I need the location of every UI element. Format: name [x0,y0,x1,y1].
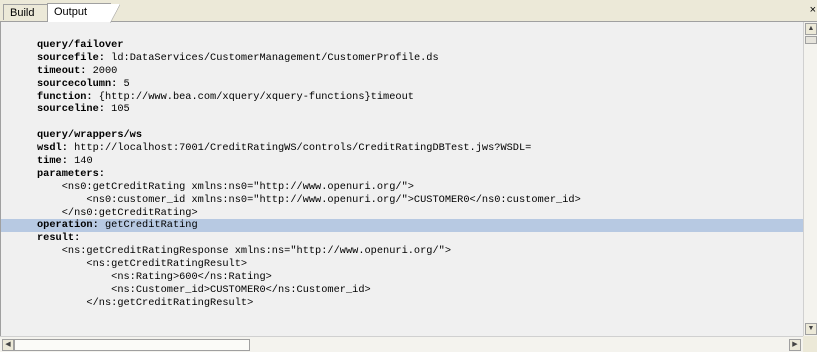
output-line[interactable]: query/failover [1,39,804,52]
scroll-right-icon[interactable]: ▶ [789,339,801,351]
output-line-value: {http://www.bea.com/xquery/xquery-functi… [92,90,414,103]
output-line-value: getCreditRating [98,219,198,232]
vertical-scroll-thumb[interactable] [805,36,817,44]
output-line-key: time: [37,155,68,168]
output-line-value: <ns0:getCreditRating xmlns:ns0="http://w… [37,180,414,193]
output-line-value: <ns:Customer_id>CUSTOMER0</ns:Customer_i… [37,283,371,296]
output-line[interactable]: <ns:getCreditRatingResponse xmlns:ns="ht… [1,245,804,258]
output-line[interactable]: function: {http://www.bea.com/xquery/xqu… [1,91,804,104]
output-line[interactable]: sourcecolumn: 5 [1,78,804,91]
output-line-key: timeout: [37,64,87,77]
output-line[interactable]: wsdl: http://localhost:7001/CreditRating… [1,142,804,155]
output-line-value: <ns:Rating>600</ns:Rating> [37,271,272,284]
output-line-key: wsdl: [37,142,68,155]
output-line[interactable]: time: 140 [1,155,804,168]
output-line-value: <ns:getCreditRatingResponse xmlns:ns="ht… [37,245,452,258]
output-line[interactable]: </ns:getCreditRatingResult> [1,297,804,310]
scroll-down-icon[interactable]: ▼ [805,323,817,335]
output-line-key: sourcefile: [37,51,105,64]
output-line-key: sourcecolumn: [37,77,118,90]
close-icon[interactable]: × [810,4,816,16]
output-line[interactable]: </ns0:getCreditRating> [1,207,804,220]
output-line-key: query/wrappers/ws [37,129,143,142]
output-line-key: function: [37,90,93,103]
output-line-key: sourceline: [37,103,105,116]
output-line[interactable]: <ns0:customer_id xmlns:ns0="http://www.o… [1,194,804,207]
output-line-value: <ns:getCreditRatingResult> [37,258,248,271]
output-line-value: 140 [67,155,93,168]
output-line[interactable]: sourcefile: ld:DataServices/CustomerMana… [1,52,804,65]
output-line-key: operation: [37,219,99,232]
tab-bar: Build Output × [0,0,817,23]
output-line[interactable]: sourceline: 105 [1,103,804,116]
output-line[interactable]: parameters: [1,168,804,181]
output-line-value: 5 [117,77,130,90]
output-panel: query/failover sourcefile: ld:DataService… [0,22,817,336]
horizontal-scrollbar[interactable]: ◀ ▶ [0,336,803,352]
output-line-value: http://localhost:7001/CreditRatingWS/con… [67,142,532,155]
output-line[interactable]: <ns:Rating>600</ns:Rating> [1,271,804,284]
output-line-value: ld:DataServices/CustomerManagement/Custo… [104,51,439,64]
output-line-value: 2000 [86,64,118,77]
output-line-value: </ns0:getCreditRating> [37,206,198,219]
output-line[interactable]: <ns:getCreditRatingResult> [1,258,804,271]
output-line-value: </ns:getCreditRatingResult> [37,296,254,309]
output-line[interactable]: <ns:Customer_id>CUSTOMER0</ns:Customer_i… [1,284,804,297]
scroll-left-icon[interactable]: ◀ [2,339,14,351]
scroll-up-icon[interactable]: ▲ [805,23,817,35]
output-line[interactable] [1,116,804,129]
vertical-scrollbar[interactable]: ▲ ▼ [803,22,817,336]
output-line[interactable]: <ns0:getCreditRating xmlns:ns0="http://w… [1,181,804,194]
output-line-key: parameters: [37,167,105,180]
output-content: query/failover sourcefile: ld:DataService… [1,22,804,336]
horizontal-scroll-thumb[interactable] [14,339,250,351]
output-line-value: <ns0:customer_id xmlns:ns0="http://www.o… [37,193,581,206]
output-line[interactable]: timeout: 2000 [1,65,804,78]
output-text: query/failover sourcefile: ld:DataService… [1,22,804,310]
output-line-key: result: [37,232,81,245]
scrollbar-corner [803,336,817,352]
tab-output[interactable]: Output [47,3,120,23]
output-line[interactable]: result: [1,232,804,245]
tab-build[interactable]: Build [3,4,48,20]
output-line-value: 105 [104,103,130,116]
output-line[interactable]: query/wrappers/ws [1,129,804,142]
output-line-key: query/failover [37,39,124,51]
output-line-selected[interactable]: operation: getCreditRating [1,219,804,233]
